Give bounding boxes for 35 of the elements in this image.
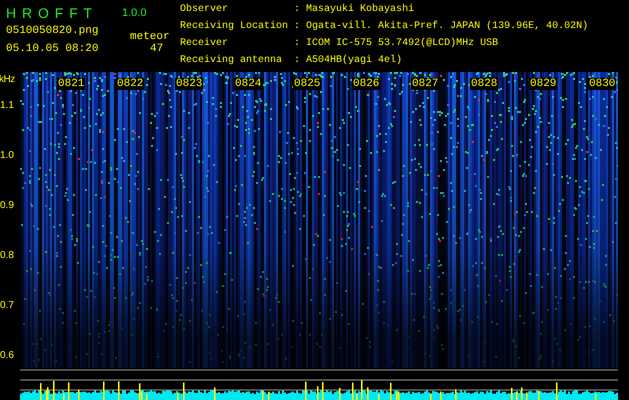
time-label: 0825 <box>293 78 322 90</box>
time-label: 0829 <box>529 78 558 90</box>
axis-tick-label: 1.0 <box>0 150 14 160</box>
filename-label: 0510050820.png <box>6 25 100 37</box>
time-label: 0823 <box>175 78 204 90</box>
axis-unit-label: kHz <box>0 73 16 87</box>
info-label: Observer <box>180 4 230 17</box>
info-label: Receiving Location <box>180 21 288 34</box>
info-separator: : <box>294 38 300 51</box>
axis-tick-label: 1.1 <box>0 100 14 110</box>
time-label: 0824 <box>234 78 262 90</box>
axis-tick-label: 0.8 <box>0 250 14 260</box>
info-value: ICOM IC-575 53.7492(@LCD)MHz USB <box>306 38 500 51</box>
info-label: Receiving antenna <box>180 55 284 68</box>
time-label: 0822 <box>116 78 144 90</box>
info-separator: : <box>294 21 300 34</box>
axis-tick-label: 0.7 <box>0 300 14 310</box>
axis-tick-label: 0.6 <box>0 350 14 360</box>
time-label: 0821 <box>57 78 86 90</box>
info-separator: : <box>294 55 300 68</box>
time-label: 0827 <box>411 78 440 90</box>
version-label: 1.0.0 <box>121 7 148 19</box>
time-label: 0828 <box>470 78 498 90</box>
info-label: Receiver <box>180 38 230 51</box>
app-title: H R O F F T <box>6 5 94 21</box>
meteor-count: 47 <box>149 43 164 55</box>
axis-tick-label: 0.9 <box>0 200 14 210</box>
info-value: A504HB(yagi 4el) <box>306 55 404 68</box>
info-separator: : <box>294 4 300 17</box>
info-value: Masayuki Kobayashi <box>306 4 416 17</box>
datetime-label: 05.10.05 08:20 <box>6 43 100 55</box>
time-label: 0826 <box>352 78 380 90</box>
time-label: 0830 <box>588 78 616 90</box>
meteor-label: meteor <box>129 31 171 43</box>
info-value: Ogata-vill. Akita-Pref. JAPAN (139.96E, 40.02N) <box>306 21 588 34</box>
